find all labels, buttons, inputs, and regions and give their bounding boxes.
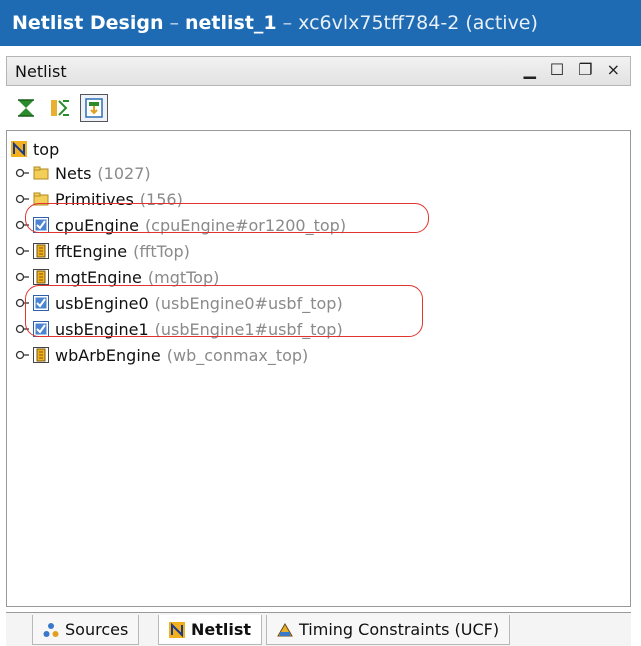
tree-item-detail: (mgtTop) — [147, 267, 220, 287]
tree-root-label: top — [33, 139, 60, 159]
expander-icon[interactable] — [11, 241, 33, 261]
tab-netlist-label: Netlist — [191, 620, 252, 639]
folder-icon — [33, 166, 49, 180]
netlist-tree[interactable]: top Nets (1027) Primitives (156) cpuEngine (c… — [6, 130, 631, 607]
tree-item-detail: (1027) — [97, 163, 151, 183]
collapse-all-icon — [18, 99, 34, 117]
panel-title: Netlist — [15, 61, 67, 81]
window-title-bar: Netlist Design – netlist_1 – xc6vlx75tff… — [0, 0, 641, 46]
title-separator: – — [169, 12, 180, 34]
bottom-tab-bar: Sources Netlist Timing Constraints (UCF) — [6, 612, 631, 646]
tree-item-detail: (wb_conmax_top) — [166, 345, 309, 365]
tree-item-label: mgtEngine — [55, 267, 142, 287]
maximize-icon[interactable]: ☐ — [550, 60, 564, 79]
title-design-name: netlist_1 — [185, 12, 277, 34]
tree-item-detail: (fftTop) — [133, 241, 190, 261]
expander-icon[interactable] — [11, 163, 33, 183]
tree-root-row[interactable]: top — [11, 137, 59, 161]
expander-icon[interactable] — [11, 345, 33, 365]
netlist-icon — [169, 621, 185, 638]
tree-item-label: wbArbEngine — [55, 345, 161, 365]
title-separator-2: – — [282, 12, 293, 34]
highlight-cpuengine — [25, 203, 429, 233]
expand-icon — [51, 100, 69, 116]
timing-icon — [277, 622, 293, 636]
module-icon — [33, 243, 49, 259]
title-device: xc6vlx75tff784-2 (active) — [298, 12, 538, 34]
title-app: Netlist Design — [12, 12, 164, 34]
tree-item-wbarbengine[interactable]: wbArbEngine (wb_conmax_top) — [11, 343, 308, 367]
tree-item-label: fftEngine — [55, 241, 128, 261]
tree-item-nets[interactable]: Nets (1027) — [11, 161, 151, 185]
collapse-all-button[interactable] — [12, 94, 40, 122]
expand-button[interactable] — [46, 94, 74, 122]
netlist-toolbar — [6, 88, 631, 128]
auto-select-button[interactable] — [80, 94, 108, 122]
tree-item-label: Nets — [55, 163, 92, 183]
module-icon — [33, 269, 49, 285]
tab-sources-label: Sources — [65, 620, 129, 639]
close-icon[interactable]: × — [607, 60, 620, 79]
tab-sources[interactable]: Sources — [32, 615, 140, 645]
expander-icon[interactable] — [11, 267, 33, 287]
panel-header: Netlist ▁ ☐ ❐ × — [6, 56, 631, 86]
highlight-usbengines — [25, 285, 423, 337]
auto-select-icon — [85, 98, 103, 118]
tab-netlist[interactable]: Netlist — [158, 615, 263, 645]
minimize-icon[interactable]: ▁ — [524, 60, 536, 79]
sources-icon — [43, 622, 59, 637]
tab-timing-constraints[interactable]: Timing Constraints (UCF) — [266, 615, 511, 645]
tree-item-fftengine[interactable]: fftEngine (fftTop) — [11, 239, 190, 263]
panel-window-controls: ▁ ☐ ❐ × — [524, 60, 620, 79]
netlist-icon — [11, 141, 27, 157]
module-icon — [33, 347, 49, 363]
restore-icon[interactable]: ❐ — [578, 60, 592, 79]
tab-timing-constraints-label: Timing Constraints (UCF) — [299, 620, 500, 639]
